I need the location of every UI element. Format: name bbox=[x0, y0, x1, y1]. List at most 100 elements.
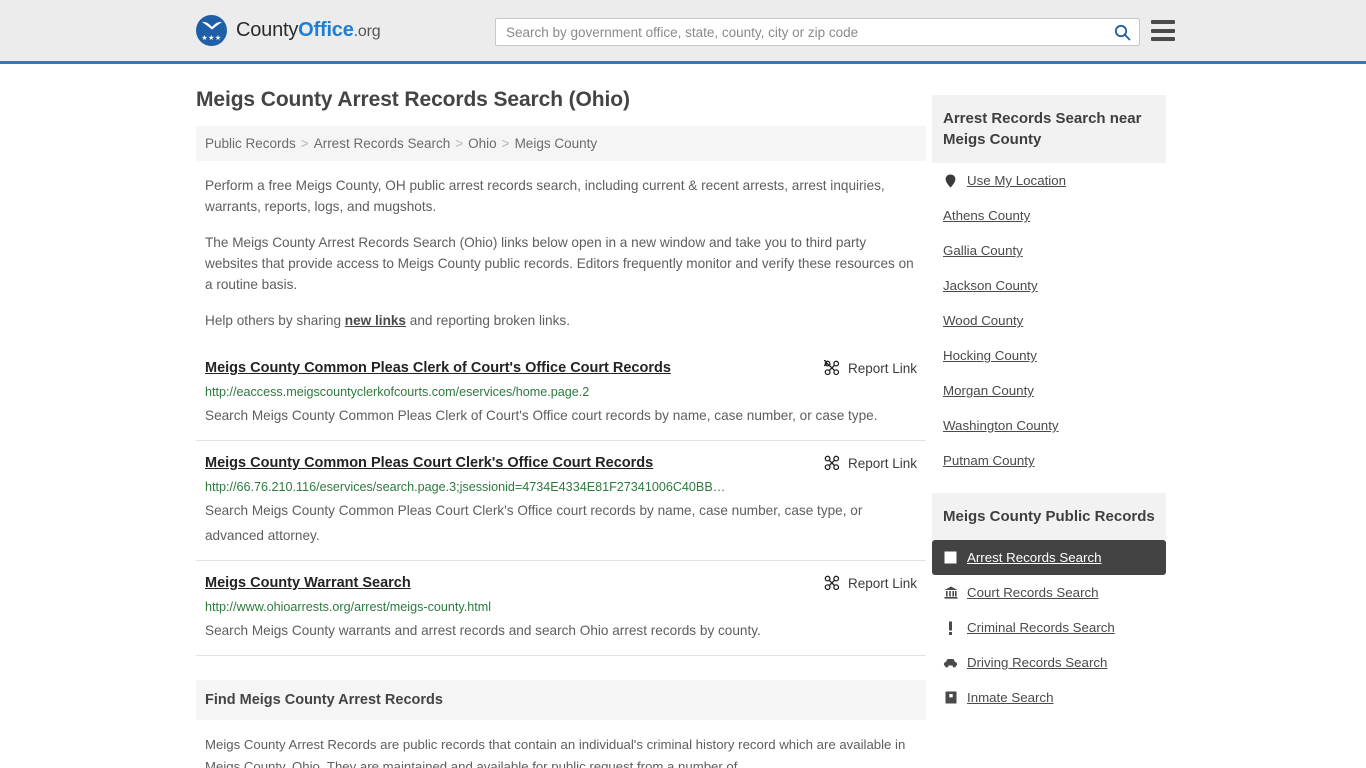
criminal-records-search-link[interactable]: Criminal Records Search bbox=[967, 620, 1115, 635]
broken-link-icon bbox=[824, 575, 840, 591]
inmate-search-link[interactable]: Inmate Search bbox=[967, 690, 1053, 705]
sidebar-item-court-records-search[interactable]: Court Records Search bbox=[932, 575, 1166, 610]
breadcrumb-item-arrest-records-search[interactable]: Arrest Records Search bbox=[314, 136, 451, 151]
breadcrumb-separator-2: > bbox=[455, 136, 464, 151]
intro-paragraph-3: Help others by sharing new links and rep… bbox=[196, 310, 926, 331]
sidebar: Arrest Records Search near Meigs County … bbox=[932, 64, 1166, 768]
jail-cell-icon bbox=[943, 691, 958, 704]
intro-p3-before: Help others by sharing bbox=[205, 313, 345, 328]
result-header: Meigs County Common Pleas Clerk of Court… bbox=[205, 359, 917, 378]
result-description: Search Meigs County warrants and arrest … bbox=[205, 623, 761, 638]
result-item: Meigs County Common Pleas Clerk of Court… bbox=[196, 346, 926, 441]
search-icon bbox=[1114, 24, 1130, 40]
sidebar-item-arrest-records-search[interactable]: Arrest Records Search bbox=[932, 540, 1166, 575]
breadcrumb: Public Records > Arrest Records Search > Ohi… bbox=[196, 126, 926, 161]
sidebar-item-county[interactable]: Hocking County bbox=[932, 338, 1166, 373]
result-header: Meigs County Common Pleas Court Clerk's … bbox=[205, 454, 917, 473]
report-link-button[interactable]: Report Link bbox=[824, 454, 917, 471]
logo-stars: ★★★ bbox=[201, 35, 222, 42]
county-link-washington[interactable]: Washington County bbox=[943, 418, 1059, 433]
intro-paragraph-2: The Meigs County Arrest Records Search (… bbox=[205, 235, 914, 292]
breadcrumb-item-ohio[interactable]: Ohio bbox=[468, 136, 497, 151]
find-records-body: Meigs County Arrest Records are public r… bbox=[205, 737, 906, 768]
result-description: Search Meigs County Common Pleas Clerk o… bbox=[205, 408, 878, 423]
logo-text-org: .org bbox=[353, 23, 381, 40]
sidebar-item-county[interactable]: Morgan County bbox=[932, 373, 1166, 408]
sidebar-item-county[interactable]: Jackson County bbox=[932, 268, 1166, 303]
search-bar[interactable] bbox=[495, 18, 1140, 46]
hamburger-bar-2 bbox=[1151, 28, 1175, 33]
car-icon bbox=[943, 658, 958, 668]
page-title: Meigs County Arrest Records Search (Ohio… bbox=[196, 88, 630, 111]
fingerprint-card-icon bbox=[943, 551, 958, 564]
result-item: Meigs County Warrant Search Report Link … bbox=[196, 561, 926, 656]
map-pin-icon bbox=[943, 174, 958, 188]
logo-text-office: Office bbox=[298, 19, 354, 41]
intro-p3-after: and reporting broken links. bbox=[406, 313, 570, 328]
result-title-link[interactable]: Meigs County Common Pleas Court Clerk's … bbox=[205, 454, 653, 473]
county-link-hocking[interactable]: Hocking County bbox=[943, 348, 1037, 363]
site-header: ★★★ CountyOffice.org bbox=[0, 0, 1366, 64]
site-logo[interactable]: ★★★ CountyOffice.org bbox=[196, 15, 381, 46]
find-records-heading: Find Meigs County Arrest Records bbox=[196, 680, 926, 720]
report-link-label: Report Link bbox=[847, 575, 917, 591]
logo-wordmark: CountyOffice.org bbox=[236, 19, 381, 42]
broken-link-icon bbox=[824, 455, 840, 471]
page-container: Meigs County Arrest Records Search (Ohio… bbox=[0, 64, 1366, 768]
sidebar-item-inmate-search[interactable]: Inmate Search bbox=[932, 680, 1166, 715]
breadcrumb-separator-1: > bbox=[300, 136, 309, 151]
courthouse-icon bbox=[943, 586, 958, 599]
county-link-jackson[interactable]: Jackson County bbox=[943, 278, 1038, 293]
arrest-records-search-link[interactable]: Arrest Records Search bbox=[967, 550, 1102, 565]
intro-paragraph-1: Perform a free Meigs County, OH public a… bbox=[205, 178, 885, 214]
report-link-label: Report Link bbox=[847, 360, 917, 376]
county-link-gallia[interactable]: Gallia County bbox=[943, 243, 1023, 258]
result-title-link[interactable]: Meigs County Common Pleas Clerk of Court… bbox=[205, 359, 671, 378]
breadcrumb-item-public-records[interactable]: Public Records bbox=[205, 136, 296, 151]
exclamation-icon bbox=[943, 621, 958, 635]
result-url: http://eaccess.meigscountyclerkofcourts.… bbox=[205, 385, 590, 399]
sidebar-item-criminal-records-search[interactable]: Criminal Records Search bbox=[932, 610, 1166, 645]
driving-records-search-link[interactable]: Driving Records Search bbox=[967, 655, 1107, 670]
sidebar-item-county[interactable]: Wood County bbox=[932, 303, 1166, 338]
result-item: Meigs County Common Pleas Court Clerk's … bbox=[196, 441, 926, 561]
hamburger-bar-3 bbox=[1151, 37, 1175, 41]
breadcrumb-item-meigs-county: Meigs County bbox=[514, 136, 598, 151]
report-link-button[interactable]: Report Link bbox=[824, 574, 917, 591]
hamburger-menu-icon[interactable] bbox=[1151, 20, 1175, 41]
result-url: http://66.76.210.116/eservices/search.pa… bbox=[205, 480, 726, 494]
sidebar-nearby-heading: Arrest Records Search near Meigs County bbox=[932, 95, 1166, 163]
report-link-label: Report Link bbox=[847, 455, 917, 471]
sidebar-item-county[interactable]: Putnam County bbox=[932, 443, 1166, 478]
intro-text: Perform a free Meigs County, OH public a… bbox=[196, 175, 926, 331]
sidebar-item-county[interactable]: Gallia County bbox=[932, 233, 1166, 268]
sidebar-item-use-my-location[interactable]: Use My Location bbox=[932, 163, 1166, 198]
sidebar-item-driving-records-search[interactable]: Driving Records Search bbox=[932, 645, 1166, 680]
county-link-wood[interactable]: Wood County bbox=[943, 313, 1023, 328]
breadcrumb-separator-3: > bbox=[501, 136, 510, 151]
logo-text-county: County bbox=[236, 19, 299, 41]
result-header: Meigs County Warrant Search Report Link bbox=[205, 574, 917, 593]
sidebar-nearby-list: Use My Location Athens County Gallia Cou… bbox=[932, 163, 1166, 478]
main-content: Meigs County Arrest Records Search (Ohio… bbox=[196, 64, 926, 768]
county-link-morgan[interactable]: Morgan County bbox=[943, 383, 1034, 398]
broken-link-icon bbox=[823, 360, 840, 376]
result-description: Search Meigs County Common Pleas Court C… bbox=[205, 503, 863, 543]
sidebar-public-records-heading: Meigs County Public Records bbox=[932, 493, 1166, 540]
sidebar-item-county[interactable]: Athens County bbox=[932, 198, 1166, 233]
new-links-link[interactable]: new links bbox=[345, 313, 406, 328]
county-link-putnam[interactable]: Putnam County bbox=[943, 453, 1035, 468]
search-button[interactable] bbox=[1105, 19, 1139, 45]
eagle-shield-logo-icon: ★★★ bbox=[196, 15, 227, 46]
sidebar-public-records-list: Arrest Records Search Court Records Sear… bbox=[932, 540, 1166, 715]
county-link-athens[interactable]: Athens County bbox=[943, 208, 1030, 223]
use-my-location-link[interactable]: Use My Location bbox=[967, 173, 1066, 188]
sidebar-item-county[interactable]: Washington County bbox=[932, 408, 1166, 443]
result-title-link[interactable]: Meigs County Warrant Search bbox=[205, 574, 411, 593]
hamburger-bar-1 bbox=[1151, 20, 1175, 24]
report-link-button[interactable]: Report Link bbox=[823, 359, 917, 376]
search-input[interactable] bbox=[496, 19, 1105, 45]
court-records-search-link[interactable]: Court Records Search bbox=[967, 585, 1099, 600]
result-url: http://www.ohioarrests.org/arrest/meigs-… bbox=[205, 600, 492, 614]
